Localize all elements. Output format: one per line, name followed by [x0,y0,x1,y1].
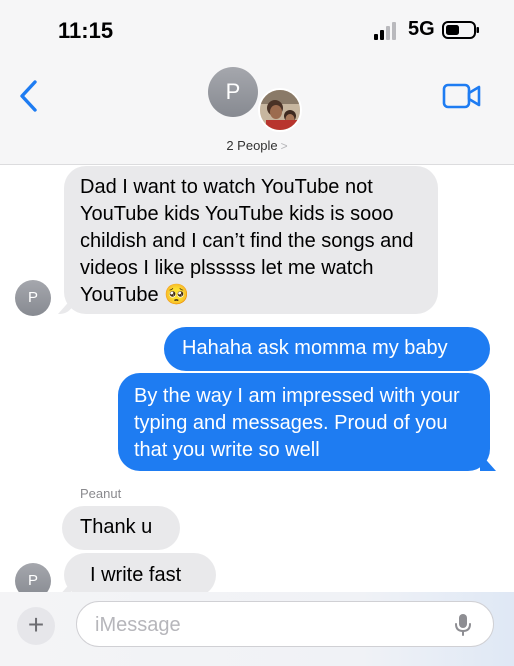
message-input[interactable] [95,610,435,640]
contact-photo-avatar[interactable] [258,88,302,132]
message-text: By the way I am impressed with your typi… [134,385,460,461]
microphone-icon[interactable] [454,613,472,637]
message-bubble-received[interactable]: I write fast [64,553,216,597]
sender-avatar[interactable]: P [15,280,51,316]
status-time: 11:15 [58,18,114,43]
message-text: Dad I want to watch YouTube not YouTube … [80,176,414,306]
message-text: Thank u [80,516,153,538]
battery-icon [442,21,479,39]
chevron-left-icon[interactable] [14,78,44,114]
message-text: Hahaha ask momma my baby [182,337,448,359]
network-type: 5G [408,18,435,40]
cellular-signal-icon [374,22,396,40]
participants-label: 2 People [226,138,278,153]
apps-plus-button[interactable]: + [17,607,55,645]
video-camera-icon[interactable] [442,82,482,110]
imessage-field[interactable] [76,601,494,647]
message-bubble-sent[interactable]: Hahaha ask momma my baby [164,327,490,371]
chevron-right-icon: > [280,139,288,153]
message-bubble-sent[interactable]: By the way I am impressed with your typi… [118,373,490,471]
message-bubble-received[interactable]: Thank u [62,506,180,550]
contact-avatar[interactable]: P [208,67,258,117]
sender-name: Peanut [80,486,122,501]
participants-button[interactable]: 2 People > [0,138,514,153]
message-text: I write fast [90,564,182,586]
message-bubble-received[interactable]: Dad I want to watch YouTube not YouTube … [64,166,438,314]
